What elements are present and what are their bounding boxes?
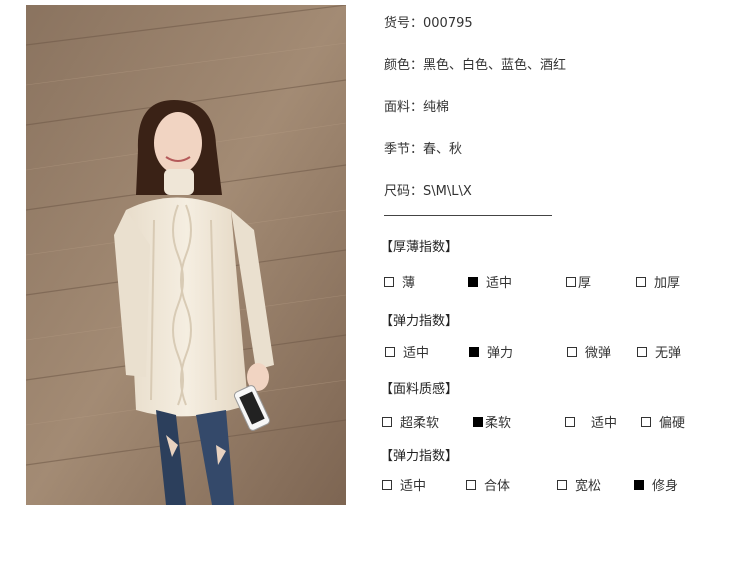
item-number-label: 货号： bbox=[384, 16, 424, 31]
spec-season: 季节：春、秋 bbox=[384, 138, 462, 157]
colors-value: 黑色、白色、蓝色、酒红 bbox=[423, 58, 567, 73]
option-label: 宽松 bbox=[575, 479, 602, 494]
option-label: 薄 bbox=[402, 276, 416, 291]
checkbox-checked-icon bbox=[469, 346, 479, 357]
checkbox-icon bbox=[466, 479, 476, 490]
checkbox-icon bbox=[385, 346, 395, 357]
spec-item-number: 货号：000795 bbox=[384, 12, 473, 31]
option-texture-medium[interactable]: 适中 bbox=[565, 412, 617, 431]
checkbox-icon bbox=[567, 346, 577, 357]
spec-colors: 颜色：黑色、白色、蓝色、酒红 bbox=[384, 54, 566, 73]
option-label: 合体 bbox=[484, 479, 511, 494]
option-label: 修身 bbox=[652, 479, 679, 494]
checkbox-icon bbox=[636, 276, 646, 287]
option-elasticity-stretch[interactable]: 弹力 bbox=[469, 342, 513, 361]
fabric-label: 面料： bbox=[384, 100, 424, 115]
item-number-value: 000795 bbox=[423, 16, 473, 31]
sizes-value: S\M\L\X bbox=[423, 184, 472, 199]
checkbox-icon bbox=[557, 479, 567, 490]
fabric-value: 纯棉 bbox=[423, 100, 450, 115]
product-photo bbox=[26, 5, 346, 505]
checkbox-checked-icon bbox=[473, 416, 483, 427]
season-label: 季节： bbox=[384, 142, 424, 157]
section-title-fit: 【弹力指数】 bbox=[380, 449, 459, 464]
option-label: 适中 bbox=[400, 479, 427, 494]
checkbox-checked-icon bbox=[634, 479, 644, 490]
option-label: 适中 bbox=[403, 346, 430, 361]
option-thickness-medium[interactable]: 适中 bbox=[468, 272, 512, 291]
option-fit-loose[interactable]: 宽松 bbox=[557, 475, 601, 494]
option-texture-stiff[interactable]: 偏硬 bbox=[641, 412, 685, 431]
option-elasticity-slight[interactable]: 微弹 bbox=[567, 342, 611, 361]
checkbox-icon bbox=[382, 416, 392, 427]
checkbox-icon bbox=[566, 276, 576, 287]
option-label: 适中 bbox=[486, 276, 513, 291]
season-value: 春、秋 bbox=[423, 142, 463, 157]
section-title-elasticity: 【弹力指数】 bbox=[380, 314, 459, 329]
option-label: 超柔软 bbox=[400, 416, 440, 431]
option-label: 微弹 bbox=[585, 346, 612, 361]
option-elasticity-medium[interactable]: 适中 bbox=[385, 342, 429, 361]
option-label: 柔软 bbox=[485, 416, 512, 431]
option-label: 适中 bbox=[591, 416, 618, 431]
checkbox-icon bbox=[637, 346, 647, 357]
colors-label: 颜色： bbox=[384, 58, 424, 73]
option-fit-regular[interactable]: 合体 bbox=[466, 475, 510, 494]
spec-fabric: 面料：纯棉 bbox=[384, 96, 449, 115]
checkbox-icon bbox=[641, 416, 651, 427]
option-thickness-thick[interactable]: 厚 bbox=[566, 272, 591, 291]
option-label: 厚 bbox=[578, 276, 592, 291]
spec-sizes: 尺码：S\M\L\X bbox=[384, 180, 472, 199]
option-label: 加厚 bbox=[654, 276, 681, 291]
checkbox-icon bbox=[565, 416, 575, 427]
option-label: 弹力 bbox=[487, 346, 514, 361]
option-elasticity-none[interactable]: 无弹 bbox=[637, 342, 681, 361]
section-title-texture: 【面料质感】 bbox=[380, 382, 459, 397]
option-fit-medium[interactable]: 适中 bbox=[382, 475, 426, 494]
option-thickness-extra-thick[interactable]: 加厚 bbox=[636, 272, 680, 291]
checkbox-icon bbox=[384, 276, 394, 287]
option-texture-super-soft[interactable]: 超柔软 bbox=[382, 412, 439, 431]
divider bbox=[384, 215, 552, 216]
option-label: 无弹 bbox=[655, 346, 682, 361]
checkbox-icon bbox=[382, 479, 392, 490]
option-thickness-thin[interactable]: 薄 bbox=[384, 272, 415, 291]
option-fit-slim[interactable]: 修身 bbox=[634, 475, 678, 494]
option-label: 偏硬 bbox=[659, 416, 686, 431]
option-texture-soft[interactable]: 柔软 bbox=[473, 412, 511, 431]
sizes-label: 尺码： bbox=[384, 184, 424, 199]
checkbox-checked-icon bbox=[468, 276, 478, 287]
section-title-thickness: 【厚薄指数】 bbox=[380, 240, 459, 255]
